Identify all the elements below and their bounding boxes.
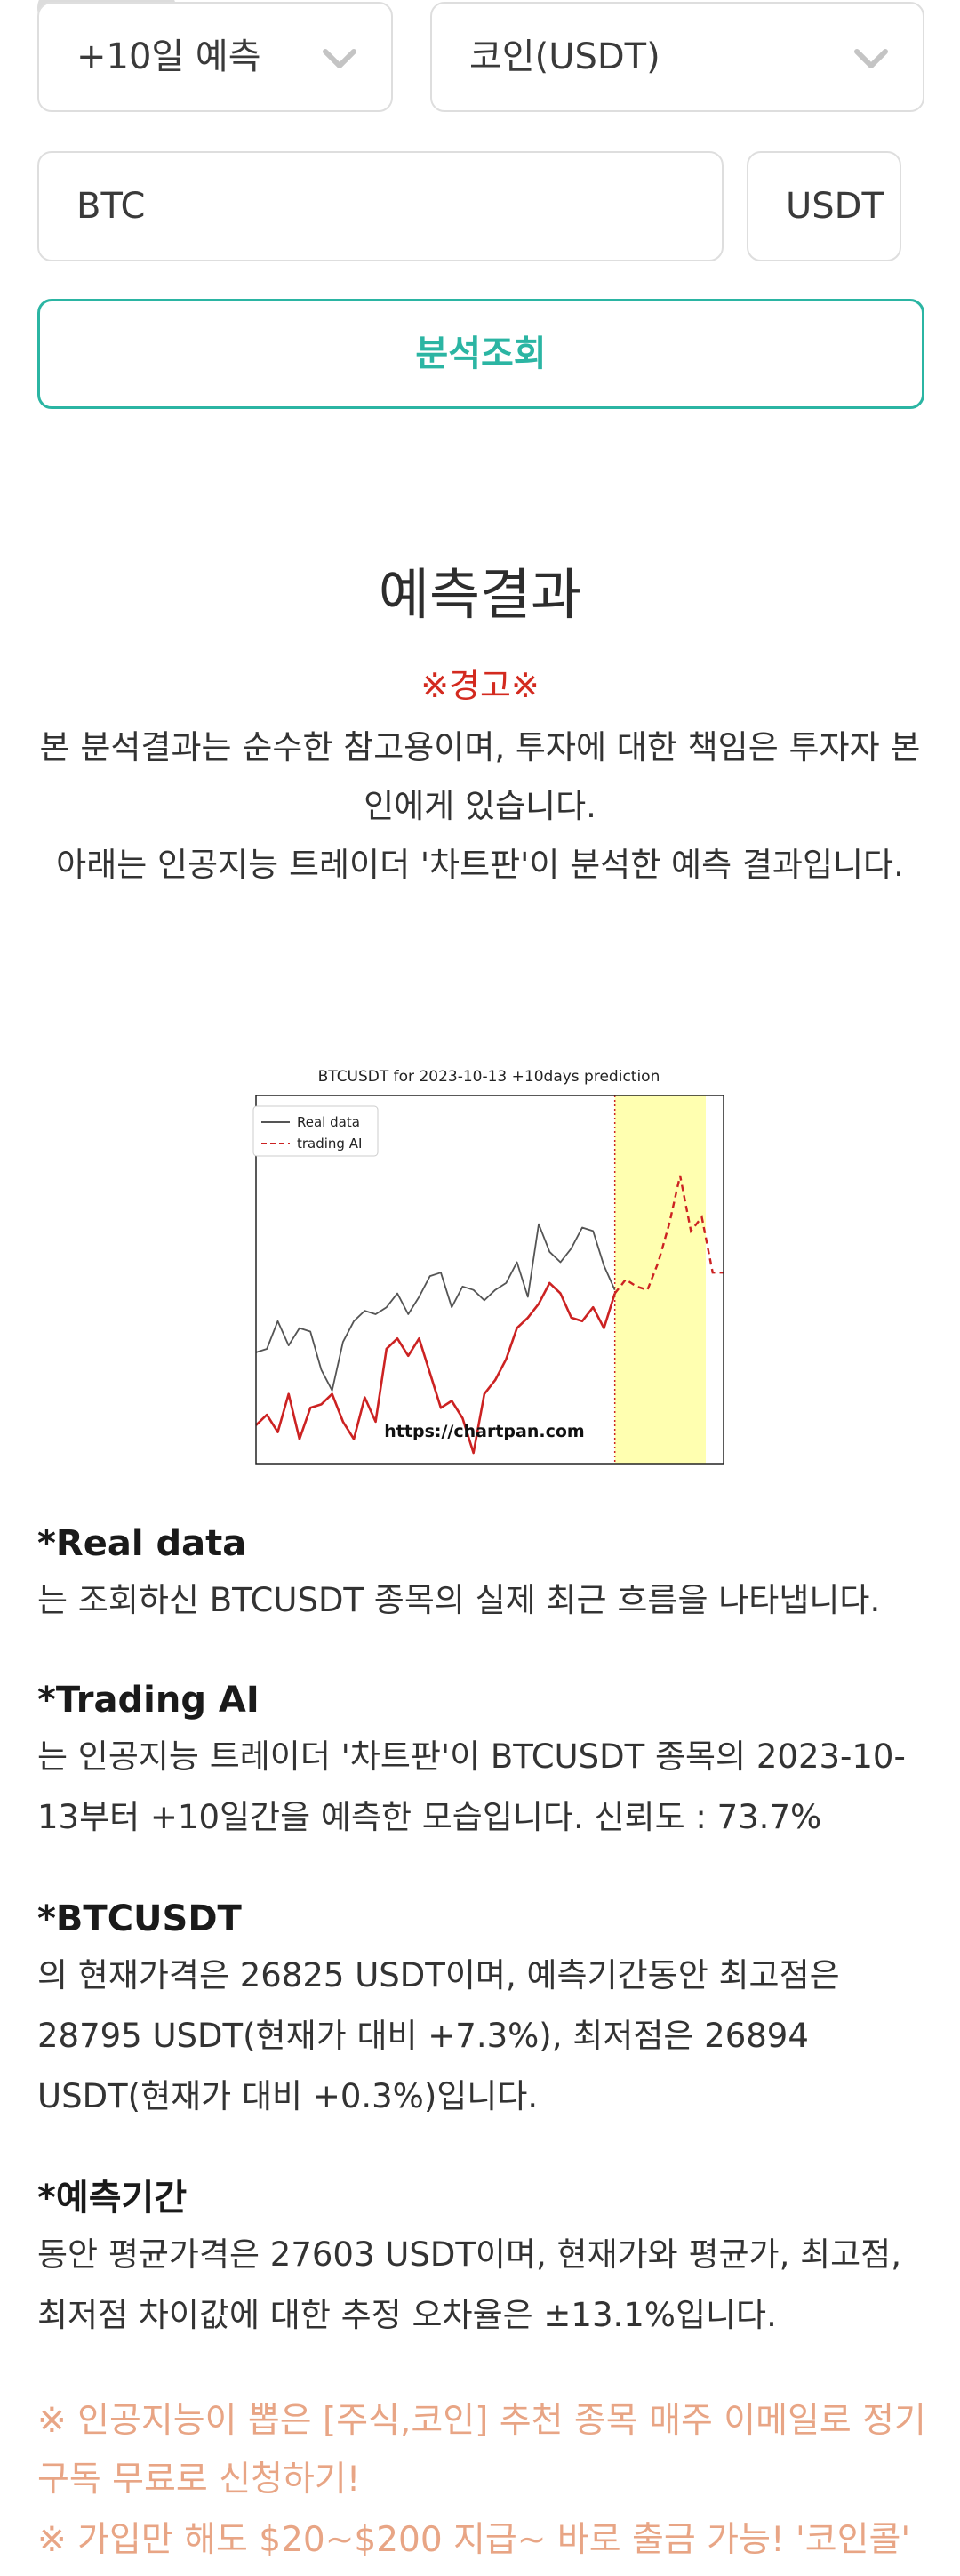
- prediction-chart-svg: BTCUSDT for 2023-10-13 +10days predictio…: [252, 1068, 724, 1465]
- asset-type-select[interactable]: 코인(USDT): [430, 2, 924, 112]
- chevron-down-icon: [854, 49, 888, 68]
- note-heading: *Real data: [37, 1523, 247, 1564]
- series-line-real-data: [255, 1223, 616, 1392]
- note-text: 동안 평균가격은 27603 USDT이며, 현재가와 평균가, 최고점, 최저…: [37, 2235, 901, 2334]
- note-real-data: *Real data 는 조회하신 BTCUSDT 종목의 실제 최근 흐름을 …: [37, 1517, 926, 1631]
- period-select[interactable]: +10일 예측: [37, 2, 393, 112]
- quote-currency-input-value: USDT: [786, 186, 884, 227]
- note-heading: *BTCUSDT: [37, 1898, 242, 1939]
- asset-type-select-value: 코인(USDT): [469, 36, 660, 77]
- quote-currency-input[interactable]: USDT: [747, 151, 901, 261]
- prediction-period-highlight: [614, 1095, 706, 1464]
- legend-label-real: Real data: [297, 1114, 360, 1130]
- period-select-value: +10일 예측: [76, 36, 261, 77]
- coincall-promo-link[interactable]: ※ 가입만 해도 $20~$200 지급~ 바로 출금 가능! '코인콜': [37, 2511, 926, 2570]
- disclaimer-line: 아래는 인공지능 트레이더 '차트판'이 분석한 예측 결과입니다.: [56, 846, 904, 884]
- symbol-input-value: BTC: [76, 186, 146, 227]
- note-text: 는 조회하신 BTCUSDT 종목의 실제 최근 흐름을 나타냅니다.: [37, 1581, 881, 1619]
- disclaimer: 본 분석결과는 순수한 참고용이며, 투자에 대한 책임은 투자자 본인에게 있…: [36, 718, 924, 895]
- note-current-price: *BTCUSDT 의 현재가격은 26825 USDT이며, 예측기간동안 최고…: [37, 1892, 926, 2127]
- chart-legend: Real data trading AI: [252, 1105, 379, 1157]
- note-text: 는 인공지능 트레이더 '차트판'이 BTCUSDT 종목의 2023-10-1…: [37, 1737, 906, 1836]
- disclaimer-line: 본 분석결과는 순수한 참고용이며, 투자에 대한 책임은 투자자 본인에게 있…: [39, 728, 921, 825]
- note-prediction-period: *예측기간 동안 평균가격은 27603 USDT이며, 현재가와 평균가, 최…: [37, 2171, 926, 2346]
- chevron-down-icon: [323, 49, 356, 68]
- analyze-button[interactable]: 분석조회: [37, 299, 924, 409]
- note-heading: *예측기간: [37, 2178, 188, 2219]
- warning-title: ※경고※: [420, 666, 540, 705]
- note-text: 의 현재가격은 26825 USDT이며, 예측기간동안 최고점은 28795 …: [37, 1956, 840, 2115]
- newsletter-signup-link[interactable]: ※ 인공지능이 뽑은 [주식,코인] 추천 종목 매주 이메일로 정기구독 무료…: [37, 2392, 926, 2509]
- legend-label-ai: trading AI: [297, 1136, 362, 1152]
- symbol-input[interactable]: BTC: [37, 151, 724, 261]
- note-heading: *Trading AI: [37, 1680, 260, 1721]
- chart-title: BTCUSDT for 2023-10-13 +10days predictio…: [318, 1068, 660, 1086]
- result-title: 예측결과: [378, 562, 582, 627]
- chart-watermark: https://chartpan.com: [384, 1422, 584, 1441]
- prediction-chart: BTCUSDT for 2023-10-13 +10days predictio…: [240, 1063, 738, 1473]
- note-trading-ai: *Trading AI 는 인공지능 트레이더 '차트판'이 BTCUSDT 종…: [37, 1673, 926, 1848]
